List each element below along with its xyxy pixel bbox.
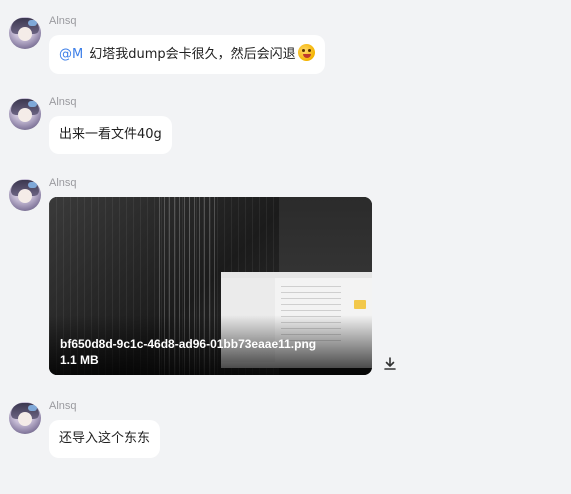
download-icon[interactable] (381, 355, 399, 373)
avatar[interactable] (9, 402, 41, 434)
sender-name[interactable]: Alnsq (49, 177, 77, 189)
message-bubble[interactable]: 还导入这个东东 (49, 420, 161, 458)
message-bubble[interactable]: 出来一看文件40g (49, 116, 172, 154)
mention-link[interactable]: @M (59, 47, 83, 62)
sender-name[interactable]: Alnsq (49, 400, 77, 412)
image-attachment[interactable]: bf650d8d-9c1c-46d8-ad96-01bb73eaae11.png… (49, 197, 372, 375)
message-text: 出来一看文件40g (59, 127, 162, 142)
message-text: 还导入这个东东 (59, 431, 151, 446)
message-bubble[interactable]: @M 幻塔我dump会卡很久，然后会闪退 (49, 35, 325, 74)
avatar[interactable] (9, 98, 41, 130)
laughing-face-emoji-icon (297, 44, 315, 61)
sender-name[interactable]: Alnsq (49, 15, 77, 27)
attachment-size: 1.1 MB (60, 353, 99, 367)
avatar[interactable] (9, 17, 41, 49)
attachment-filename: bf650d8d-9c1c-46d8-ad96-01bb73eaae11.png (60, 337, 317, 351)
sender-name[interactable]: Alnsq (49, 96, 77, 108)
message-text: 幻塔我dump会卡很久，然后会闪退 (89, 47, 296, 62)
avatar[interactable] (9, 179, 41, 211)
